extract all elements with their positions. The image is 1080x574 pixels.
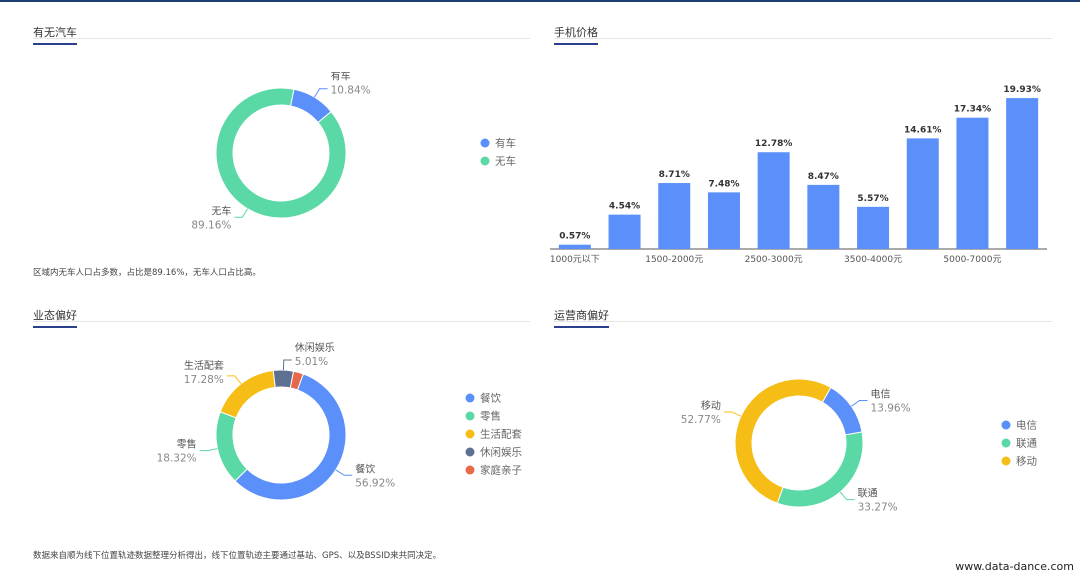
legend-label: 家庭亲子 — [480, 464, 522, 477]
legend-marker — [465, 411, 475, 421]
slice-label: 无车 — [211, 204, 231, 217]
slice-label: 休闲娱乐 — [295, 341, 335, 354]
leader-line — [234, 208, 248, 218]
slice-label: 联通 — [858, 488, 878, 500]
slice-pct: 18.32% — [157, 453, 197, 465]
slice-label: 有车 — [331, 72, 351, 83]
x-tick-label: 1500-2000元 — [645, 255, 703, 265]
slice-pct: 5.01% — [295, 356, 328, 368]
bar-value-label: 0.57% — [559, 232, 590, 242]
slice-生活配套 — [219, 369, 276, 419]
car-note: 区域内无车人口占多数，占比是89.16%，无车人口占比高。 — [33, 268, 261, 278]
bar-3000-3500元 — [807, 184, 840, 249]
slice-pct: 33.27% — [858, 502, 898, 514]
leader-line — [723, 411, 742, 417]
x-tick-label: 3500-4000元 — [844, 255, 902, 265]
bar-3500-4000元 — [857, 206, 890, 249]
x-tick-label: 1000元以下 — [550, 255, 600, 265]
title-underline — [33, 43, 77, 45]
legend-label: 餐饮 — [480, 392, 501, 405]
slice-pct: 89.16% — [191, 219, 231, 231]
legend-marker — [465, 393, 475, 403]
legend-marker — [465, 429, 475, 439]
legend-marker — [480, 156, 490, 166]
legend-label: 零售 — [480, 410, 501, 423]
watermark: www.data-dance.com — [955, 560, 1074, 573]
slice-label: 生活配套 — [184, 359, 224, 372]
panel-rule — [33, 38, 530, 39]
slice-pct: 17.28% — [184, 374, 224, 386]
legend-label: 生活配套 — [480, 428, 522, 441]
bar-1500-2000元 — [658, 183, 691, 249]
title-underline — [554, 326, 609, 328]
leader-line — [851, 399, 868, 407]
top-border — [0, 0, 1080, 2]
legend-label: 移动 — [1016, 455, 1037, 468]
slice-pct: 13.96% — [871, 402, 911, 414]
bar-1000元以下 — [558, 244, 591, 249]
bar-value-label: 19.93% — [1003, 85, 1041, 95]
slice-pct: 52.77% — [681, 414, 721, 426]
bar-4000-5000元 — [906, 138, 939, 249]
legend-marker — [1001, 456, 1011, 466]
slice-label: 移动 — [701, 399, 721, 412]
leader-line — [839, 491, 855, 501]
bar-2500-3000元 — [757, 152, 790, 249]
slice-零售 — [215, 411, 248, 482]
slice-联通 — [776, 431, 864, 508]
slice-pct: 10.84% — [331, 85, 371, 97]
leader-line — [282, 359, 292, 371]
legend-label: 联通 — [1016, 438, 1038, 450]
bar-value-label: 7.48% — [708, 179, 739, 189]
data-source-note: 数据来自顺为线下位置轨迹数据整理分析得出，线下位置轨迹主要通过基站、GPS、以及… — [33, 551, 442, 561]
legend-label: 有车 — [495, 137, 516, 150]
bar-7000元以上 — [1006, 98, 1039, 249]
bar-2000-2500元 — [707, 192, 740, 249]
panel-rule — [554, 38, 1052, 39]
legend-marker — [465, 465, 475, 475]
title-underline — [554, 43, 598, 45]
leader-line — [226, 375, 242, 385]
bar-5000-7000元 — [956, 117, 989, 249]
leader-line — [335, 469, 353, 476]
leader-line — [314, 88, 328, 98]
slice-pct: 56.92% — [355, 477, 395, 489]
legend-label: 电信 — [1016, 419, 1037, 432]
legend-label: 无车 — [495, 155, 516, 168]
leader-line — [199, 448, 218, 452]
title-underline — [33, 326, 77, 328]
slice-电信 — [821, 386, 863, 436]
bar-value-label: 12.78% — [755, 139, 793, 149]
legend-marker — [1001, 438, 1011, 448]
slice-label: 零售 — [177, 438, 197, 451]
car-donut-chart: 有车 10.84% 无车 89.16% 有车无车 — [191, 72, 516, 231]
legend-marker — [480, 138, 490, 148]
slice-移动 — [734, 378, 832, 504]
x-tick-label: 5000-7000元 — [943, 255, 1001, 265]
bar-value-label: 5.57% — [857, 194, 888, 204]
phone-price-bar-chart: 0.57% 4.54% 8.71% 7.48% 12.78% 8.47% 5.57% 14.6… — [550, 85, 1047, 265]
legend-marker — [1001, 420, 1011, 430]
slice-label: 电信 — [871, 387, 891, 400]
bar-value-label: 8.47% — [808, 172, 839, 182]
panel-rule — [554, 321, 1052, 322]
bar-value-label: 4.54% — [609, 202, 640, 212]
bar-value-label: 8.71% — [659, 170, 690, 180]
bar-value-label: 17.34% — [954, 105, 992, 115]
panel-rule — [33, 321, 530, 322]
bar-value-label: 14.61% — [904, 125, 942, 135]
legend-label: 休闲娱乐 — [480, 446, 522, 459]
x-tick-label: 2500-3000元 — [745, 255, 803, 265]
carrier-donut-chart: 电信13.96%联通33.27%移动52.77% 电信联通移动 — [681, 378, 1038, 514]
business-donut-chart: 餐饮56.92%零售18.32%生活配套17.28%休闲娱乐5.01%餐饮零售生… — [157, 341, 522, 501]
slice-label: 餐饮 — [355, 462, 375, 475]
bar-1000-1500元 — [608, 214, 641, 249]
legend-marker — [465, 447, 475, 457]
